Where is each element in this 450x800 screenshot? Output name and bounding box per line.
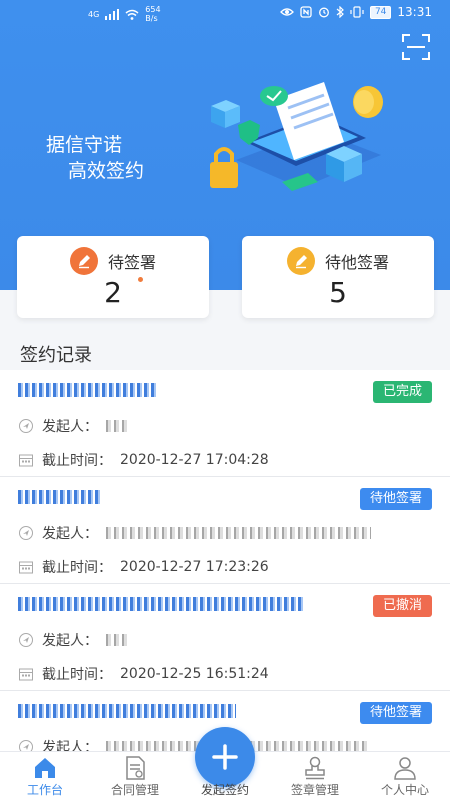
nav-label-profile: 个人中心 — [380, 783, 429, 797]
hero-slogan-line2: 高效签约 — [68, 160, 145, 182]
alarm-icon — [319, 7, 329, 18]
nfc-icon — [300, 6, 312, 18]
nav-item-seals[interactable]: 签章管理 — [270, 755, 360, 798]
battery-indicator: 74 — [369, 5, 392, 19]
stat-count-pending-others: 5 — [329, 276, 347, 309]
initiator-label: 发起人： — [42, 633, 98, 649]
nav-label-contracts: 合同管理 — [110, 783, 159, 797]
contract-doc-icon — [126, 756, 145, 780]
home-icon — [35, 758, 55, 778]
eye-icon — [280, 8, 294, 16]
status-bar: 4G 654 B/s 74 13:31 — [0, 0, 450, 26]
stat-card-pending-others[interactable]: 待他签署 5 — [242, 236, 434, 318]
stamp-icon — [305, 756, 325, 780]
record-title-redacted — [18, 703, 318, 719]
calendar-icon — [19, 561, 33, 574]
deadline-value: 2020-12-27 17:04:28 — [120, 452, 269, 468]
vibrate-icon — [350, 6, 364, 18]
nav-item-profile[interactable]: 个人中心 — [360, 755, 450, 798]
status-badge: 已撤消 — [372, 595, 432, 617]
initiator-redacted — [106, 527, 371, 539]
unread-dot — [138, 277, 143, 282]
record-item[interactable]: 待他签署 发起人： 截止时间： 2020-12-27 17:23:26 — [0, 477, 450, 584]
send-icon — [19, 419, 33, 433]
record-item[interactable]: 已撤消 发起人： 截止时间： 2020-12-25 16:51:24 — [0, 584, 450, 691]
record-title-redacted — [18, 489, 318, 505]
status-badge: 已完成 — [372, 381, 432, 403]
section-title-records: 签约记录 — [20, 345, 92, 366]
status-badge: 待他签署 — [359, 488, 432, 510]
stat-label-pending-mine: 待签署 — [107, 253, 156, 272]
nav-label-initiate: 发起签约 — [200, 783, 249, 797]
stat-count-pending-mine: 2 — [104, 276, 122, 309]
nav-item-workbench[interactable]: 工作台 — [0, 755, 90, 798]
stat-card-pending-mine[interactable]: 待签署 2 — [17, 236, 209, 318]
net-speed: 654 — [145, 5, 161, 14]
record-title-redacted — [18, 382, 318, 398]
record-item[interactable]: 已完成 发起人： 截止时间： 2020-12-27 17:04:28 — [0, 370, 450, 477]
deadline-label: 截止时间： — [42, 667, 112, 683]
calendar-icon — [19, 668, 33, 681]
calendar-icon — [19, 454, 33, 467]
status-badge: 待他签署 — [359, 702, 432, 724]
deadline-value: 2020-12-27 17:23:26 — [120, 559, 269, 575]
pen-icon — [286, 247, 315, 275]
record-title-redacted — [18, 596, 318, 612]
hero-slogan: 据信守诺 高效签约 — [46, 132, 144, 184]
wifi-icon — [125, 9, 139, 20]
initiator-label: 发起人： — [42, 526, 98, 542]
nav-item-contracts[interactable]: 合同管理 — [90, 755, 180, 798]
send-icon — [19, 633, 33, 647]
nav-label-seals: 签章管理 — [290, 783, 339, 797]
network-label: 4G — [88, 9, 100, 19]
initiator-label: 发起人： — [42, 419, 98, 435]
nav-label-workbench: 工作台 — [26, 783, 63, 797]
deadline-value: 2020-12-25 16:51:24 — [120, 666, 269, 682]
deadline-label: 截止时间： — [42, 453, 112, 469]
signal-icon — [105, 8, 120, 20]
send-icon — [19, 526, 33, 540]
contract-illustration — [210, 82, 383, 191]
initiator-redacted — [106, 420, 128, 432]
plus-icon — [212, 744, 238, 770]
bluetooth-icon — [336, 6, 344, 18]
net-speed-unit: B/s — [145, 14, 158, 23]
initiator-redacted — [106, 634, 128, 646]
clock: 13:31 — [397, 5, 432, 19]
scan-icon[interactable] — [402, 34, 430, 60]
deadline-label: 截止时间： — [42, 560, 112, 576]
stat-label-pending-others: 待他签署 — [324, 253, 389, 272]
initiate-sign-button[interactable] — [195, 727, 255, 787]
hero-slogan-line1: 据信守诺 — [46, 134, 123, 156]
user-icon — [394, 757, 416, 780]
pen-icon — [69, 247, 98, 275]
